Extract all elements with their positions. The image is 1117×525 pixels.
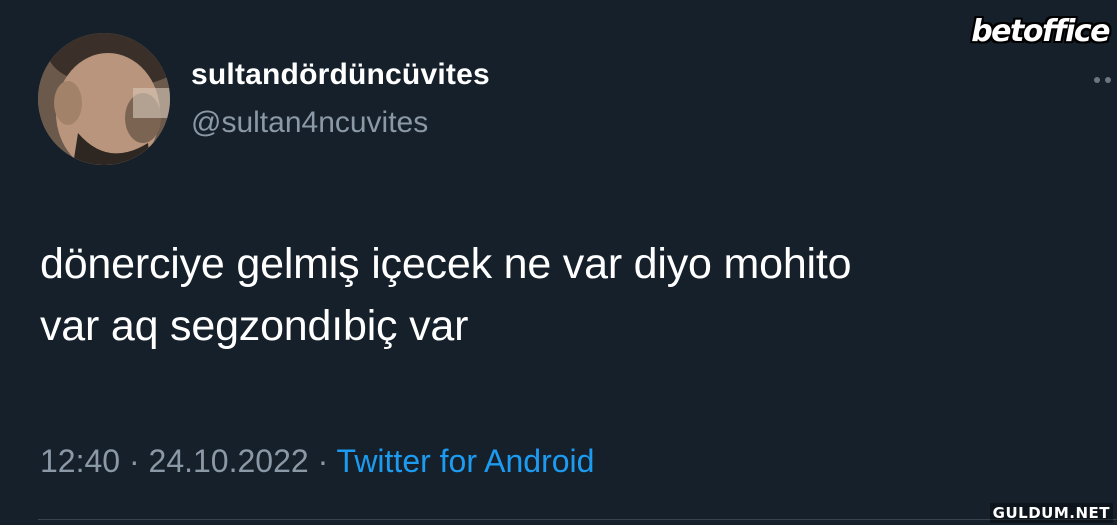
- brand-watermark: betoffice: [971, 14, 1110, 49]
- site-watermark: GULDUM.NET: [989, 503, 1113, 523]
- meta-separator: ·: [120, 443, 149, 479]
- more-dot-icon: [1094, 77, 1100, 83]
- tweet-date[interactable]: 24.10.2022: [149, 443, 309, 479]
- avatar-photo: [38, 33, 170, 165]
- tweet-text-line-1: dönerciye gelmiş içecek ne var diyo mohi…: [40, 240, 852, 288]
- user-handle[interactable]: @sultan4ncuvites: [191, 106, 428, 140]
- divider: [38, 519, 1117, 520]
- tweet-time[interactable]: 12:40: [40, 443, 120, 479]
- display-name[interactable]: sultandördüncüvites: [191, 58, 490, 92]
- tweet-card: sultandördüncüvites @sultan4ncuvites dön…: [0, 0, 1117, 525]
- meta-separator: ·: [308, 443, 337, 479]
- tweet-text-line-2: var aq segzondıbiç var: [40, 302, 469, 350]
- tweet-meta: 12:40 · 24.10.2022 · Twitter for Android: [40, 443, 594, 480]
- tweet-source-link[interactable]: Twitter for Android: [337, 443, 595, 479]
- tweet-text: dönerciye gelmiş içecek ne var diyo mohi…: [40, 233, 1110, 357]
- more-options-button[interactable]: [1094, 74, 1117, 86]
- more-dot-icon: [1105, 77, 1111, 83]
- avatar[interactable]: [38, 33, 170, 165]
